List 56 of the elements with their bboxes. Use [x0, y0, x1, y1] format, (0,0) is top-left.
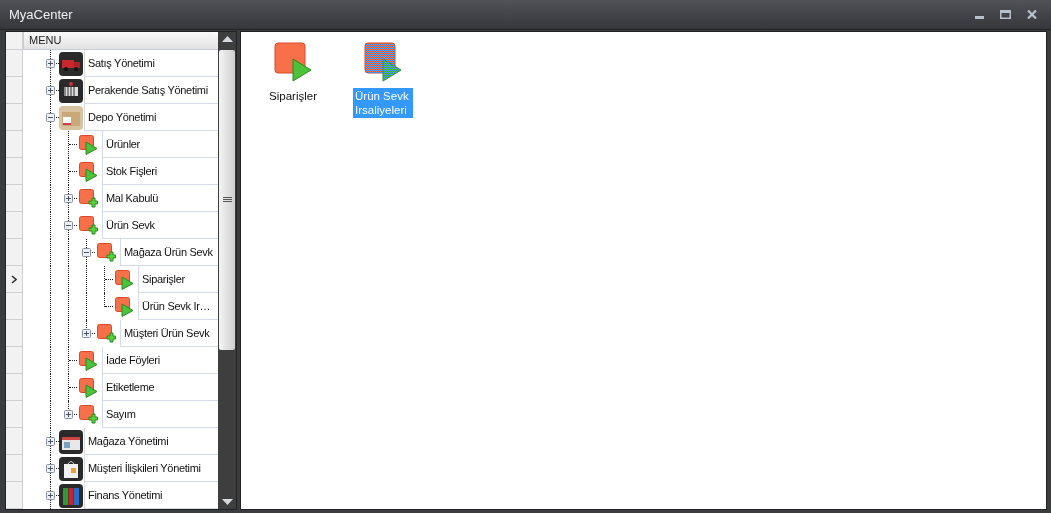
- scroll-thumb[interactable]: [219, 50, 235, 350]
- row-header-cell[interactable]: [6, 428, 23, 455]
- play-form-icon: [79, 161, 98, 182]
- scroll-up-icon[interactable]: [221, 36, 233, 42]
- add-form-icon: [97, 242, 116, 263]
- expand-icon[interactable]: [64, 194, 73, 203]
- play-form-icon: [115, 269, 134, 290]
- expand-icon[interactable]: [46, 491, 55, 500]
- store-icon: [59, 429, 83, 454]
- window-title: MyaCenter: [9, 7, 73, 22]
- play-form-icon: [79, 377, 98, 398]
- row-header-cell[interactable]: [6, 293, 23, 320]
- play-form-icon: [79, 350, 98, 371]
- row-header-cell[interactable]: [6, 320, 23, 347]
- shortcut-label[interactable]: Siparişler: [267, 88, 319, 104]
- bag-icon: [59, 456, 83, 481]
- play-form-icon: [79, 134, 98, 155]
- row-header-cell: [6, 32, 23, 50]
- row-header-cell[interactable]: [6, 131, 23, 158]
- row-header-cell[interactable]: [6, 374, 23, 401]
- column-header: MENU: [23, 32, 218, 50]
- row-header-cell[interactable]: [6, 50, 23, 77]
- row-header-cell[interactable]: [6, 185, 23, 212]
- row-header-cell[interactable]: [6, 266, 23, 293]
- play-form-icon[interactable]: [364, 42, 402, 82]
- expand-icon[interactable]: [46, 437, 55, 446]
- row-header-cell[interactable]: [6, 158, 23, 185]
- truck-icon: [59, 51, 83, 76]
- maximize-icon[interactable]: [1000, 10, 1011, 19]
- add-form-icon: [79, 215, 98, 236]
- row-header-cell[interactable]: [6, 212, 23, 239]
- add-form-icon: [79, 404, 98, 425]
- play-form-icon: [115, 296, 134, 317]
- collapse-icon[interactable]: [64, 221, 73, 230]
- scroll-down-icon[interactable]: [221, 499, 233, 505]
- expand-icon[interactable]: [64, 410, 73, 419]
- basket-icon: [59, 78, 83, 103]
- expand-icon[interactable]: [82, 329, 91, 338]
- row-header-cell[interactable]: [6, 77, 23, 104]
- add-form-icon: [97, 323, 116, 344]
- collapse-icon[interactable]: [46, 113, 55, 122]
- play-form-icon[interactable]: [274, 42, 312, 82]
- expand-icon[interactable]: [46, 86, 55, 95]
- box-icon: [59, 105, 83, 130]
- collapse-icon[interactable]: [82, 248, 91, 257]
- row-header-cell[interactable]: [6, 455, 23, 482]
- scrollbar[interactable]: [218, 32, 236, 509]
- row-header-cell[interactable]: [6, 482, 23, 509]
- row-header-cell[interactable]: [6, 401, 23, 428]
- add-form-icon: [79, 188, 98, 209]
- expand-icon[interactable]: [46, 464, 55, 473]
- close-icon[interactable]: [1027, 10, 1037, 19]
- row-header-cell[interactable]: [6, 104, 23, 131]
- row-header-cell[interactable]: [6, 347, 23, 374]
- row-header-cell[interactable]: [6, 239, 23, 266]
- expand-icon[interactable]: [46, 59, 55, 68]
